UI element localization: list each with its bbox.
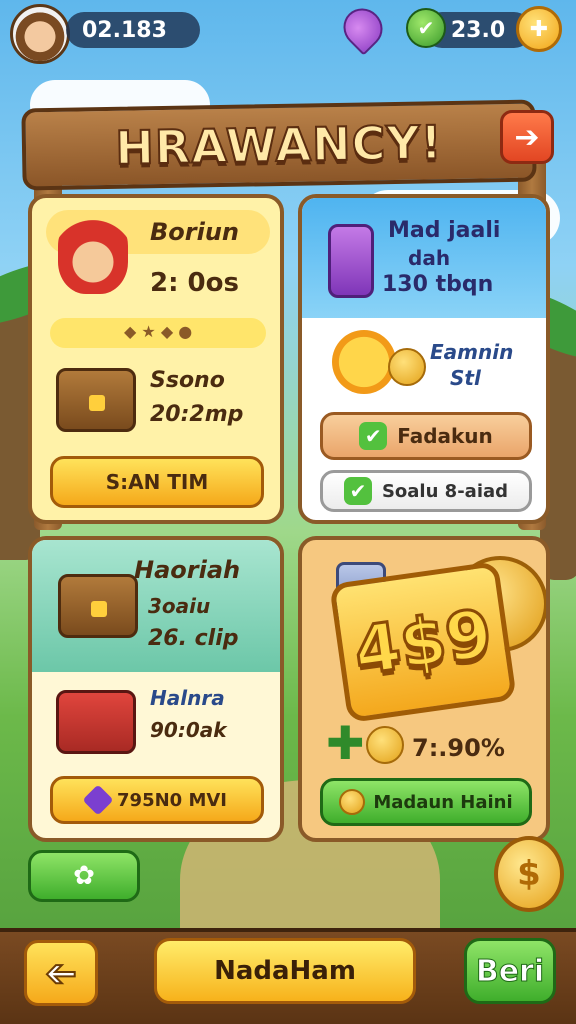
purple-gem-icon (82, 784, 114, 816)
player-avatar[interactable] (10, 4, 70, 64)
character-icon (58, 214, 128, 294)
bonus-badge: 4$9 (329, 560, 517, 724)
card-d-action-button[interactable]: Madaun Haini (320, 778, 532, 826)
card-a-item-price: 20:2mp (150, 402, 244, 427)
card-c-line1: 3oaiu (148, 594, 211, 618)
green-check-icon[interactable]: ✔ (406, 8, 446, 48)
gold-coin-icon[interactable]: ✚ (516, 6, 562, 52)
coin-icon (339, 789, 366, 815)
card-b-title-line1: Mad jaali (388, 218, 501, 243)
title-banner: HRAWANCY! (21, 99, 537, 191)
clover-icon: ✿ (73, 861, 95, 891)
dollar-glyph: $ (517, 854, 541, 894)
arrow-left-icon: ➔ (44, 950, 78, 996)
card-a-time: 2: 0os (150, 268, 239, 298)
score-value: 02.183 (82, 17, 167, 43)
card-a-tag-strip: ◆ ★ ◆ ● (50, 318, 266, 348)
shop-card-boriun: Boriun 2: 0os ◆ ★ ◆ ● Ssono 20:2mp S:AN … (28, 194, 284, 524)
close-button[interactable]: ➔ (500, 110, 554, 164)
card-b-title-line3: 130 tbqn (382, 272, 494, 297)
treasure-chest-icon (56, 368, 136, 432)
card-a-action-button[interactable]: S:AN TIM (50, 456, 264, 508)
check-icon: ✔ (359, 422, 388, 450)
cart-icon (56, 690, 136, 754)
card-b-reward-line1: Eamnin (430, 340, 514, 364)
currency-value: 23.0 (450, 17, 506, 43)
coin-icon (388, 348, 426, 386)
small-green-button[interactable]: ✿ (28, 850, 140, 902)
right-action-button[interactable]: Beri (464, 938, 556, 1004)
card-c-button-label: 795N0 MVI (117, 789, 227, 811)
card-c-name: Haoriah (134, 556, 241, 584)
purple-gem-icon[interactable] (335, 0, 391, 56)
right-action-label: Beri (475, 953, 545, 989)
card-b-primary-label: Fadakun (397, 424, 493, 448)
top-status-bar: 02.183 23.0 ✔ ✚ (0, 0, 576, 64)
score-counter: 02.183 (66, 12, 200, 48)
shop-card-haoriah: Haoriah 3oaiu 26. clip Halnra 90:0ak 795… (28, 536, 284, 842)
card-b-secondary-label: Soalu 8-aiad (381, 480, 509, 502)
card-b-primary-button[interactable]: ✔ Fadakun (320, 412, 532, 460)
card-c-item-label: Halnra (150, 686, 225, 710)
potion-bottle-icon (328, 224, 374, 298)
card-c-action-button[interactable]: 795N0 MVI (50, 776, 264, 824)
suitcase-icon (58, 574, 138, 638)
card-b-reward-line2: Stl (450, 366, 481, 390)
gold-coin-corner-icon[interactable]: $ (494, 836, 564, 912)
coin-icon (366, 726, 404, 764)
gem-row-icon: ◆ ★ ◆ ● (124, 322, 193, 341)
center-action-label: NadaHam (214, 956, 356, 986)
bonus-badge-text: 4$9 (348, 593, 498, 691)
arrow-right-icon: ➔ (514, 119, 540, 155)
sun-icon (332, 330, 396, 394)
card-c-line2: 26. clip (148, 626, 239, 651)
plus-icon: ✚ (326, 716, 365, 770)
page-title: HRAWANCY! (114, 114, 444, 176)
check-icon: ✔ (343, 477, 372, 505)
back-button[interactable]: ➔ (24, 940, 98, 1006)
card-b-title-line2: dah (408, 246, 451, 270)
card-b-secondary-button[interactable]: ✔ Soalu 8-aiad (320, 470, 532, 512)
card-c-item-price: 90:0ak (150, 718, 227, 742)
card-a-item-label: Ssono (150, 368, 225, 393)
card-d-percent: 7:.90% (412, 734, 505, 762)
shop-card-mad-jaali: Mad jaali dah 130 tbqn Eamnin Stl ✔ Fada… (298, 194, 550, 524)
card-d-button-label: Madaun Haini (373, 791, 513, 813)
center-action-button[interactable]: NadaHam (154, 938, 416, 1004)
card-a-name: Boriun (150, 218, 240, 246)
